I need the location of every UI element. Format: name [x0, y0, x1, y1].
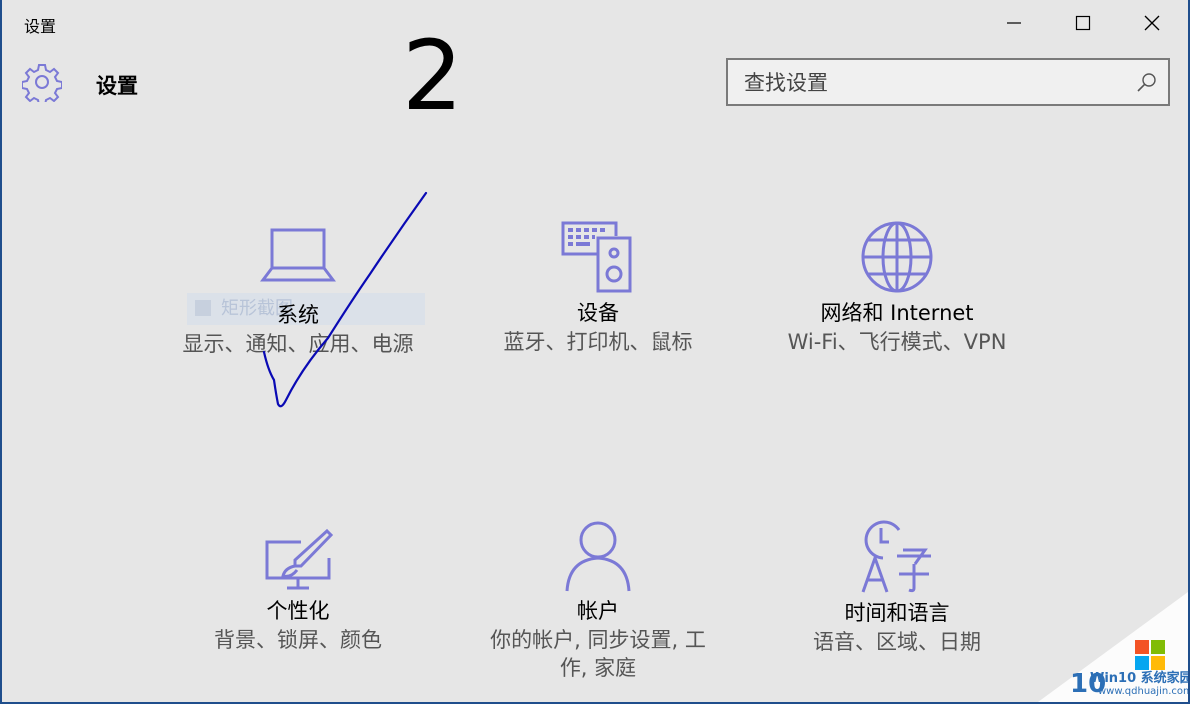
- devices-icon: [561, 221, 632, 293]
- close-icon: [1144, 15, 1160, 31]
- watermark-url: www.qdhuajin.com: [1098, 686, 1190, 697]
- search-box[interactable]: [726, 58, 1170, 106]
- tile-time-language-name: 时间和语言: [844, 601, 950, 625]
- maximize-icon: [1075, 15, 1091, 31]
- tile-accounts[interactable]: 帐户 你的帐户, 同步设置, 工作, 家庭: [448, 520, 748, 682]
- tile-system[interactable]: 系统 显示、通知、应用、电源: [148, 226, 448, 358]
- watermark-text: Win10 系统家园: [1090, 671, 1190, 686]
- tile-network-name: 网络和 Internet: [820, 301, 974, 325]
- maximize-button[interactable]: [1049, 0, 1117, 46]
- minimize-icon: [1007, 22, 1021, 24]
- settings-window: 设置 设置 2 矩形截图: [0, 0, 1190, 704]
- personalization-icon: [265, 528, 334, 590]
- search-input[interactable]: [742, 68, 1116, 98]
- tile-personalization-desc: 背景、锁屏、颜色: [214, 628, 382, 652]
- person-icon: [565, 521, 631, 592]
- tile-accounts-name: 帐户: [577, 599, 619, 623]
- tile-personalization[interactable]: 个性化 背景、锁屏、颜色: [148, 528, 448, 654]
- tile-accounts-desc: 你的帐户, 同步设置, 工作, 家庭: [490, 628, 706, 680]
- tile-system-name: 系统: [277, 303, 319, 327]
- tile-devices-name: 设备: [577, 301, 619, 325]
- time-language-icon: [861, 520, 931, 593]
- tile-devices-desc: 蓝牙、打印机、鼠标: [503, 330, 693, 354]
- minimize-button[interactable]: [980, 0, 1048, 46]
- search-icon[interactable]: [1136, 71, 1158, 93]
- laptop-icon: [260, 228, 336, 282]
- title-bar[interactable]: 设置: [2, 0, 1188, 46]
- tile-network-desc: Wi-Fi、飞行模式、VPN: [787, 330, 1007, 354]
- window-title: 设置: [24, 17, 57, 36]
- page-title: 设置: [96, 74, 138, 98]
- globe-icon: [861, 221, 933, 293]
- tile-time-language[interactable]: 时间和语言 语音、区域、日期: [747, 520, 1047, 656]
- tile-personalization-name: 个性化: [266, 599, 330, 623]
- tile-devices[interactable]: 设备 蓝牙、打印机、鼠标: [448, 220, 748, 356]
- close-button[interactable]: [1118, 0, 1186, 46]
- tile-system-desc: 显示、通知、应用、电源: [182, 332, 414, 356]
- gear-icon: [22, 64, 62, 102]
- tile-network[interactable]: 网络和 Internet Wi-Fi、飞行模式、VPN: [747, 220, 1047, 356]
- handwritten-step-number: 2: [402, 20, 464, 132]
- tile-time-language-desc: 语音、区域、日期: [813, 630, 981, 654]
